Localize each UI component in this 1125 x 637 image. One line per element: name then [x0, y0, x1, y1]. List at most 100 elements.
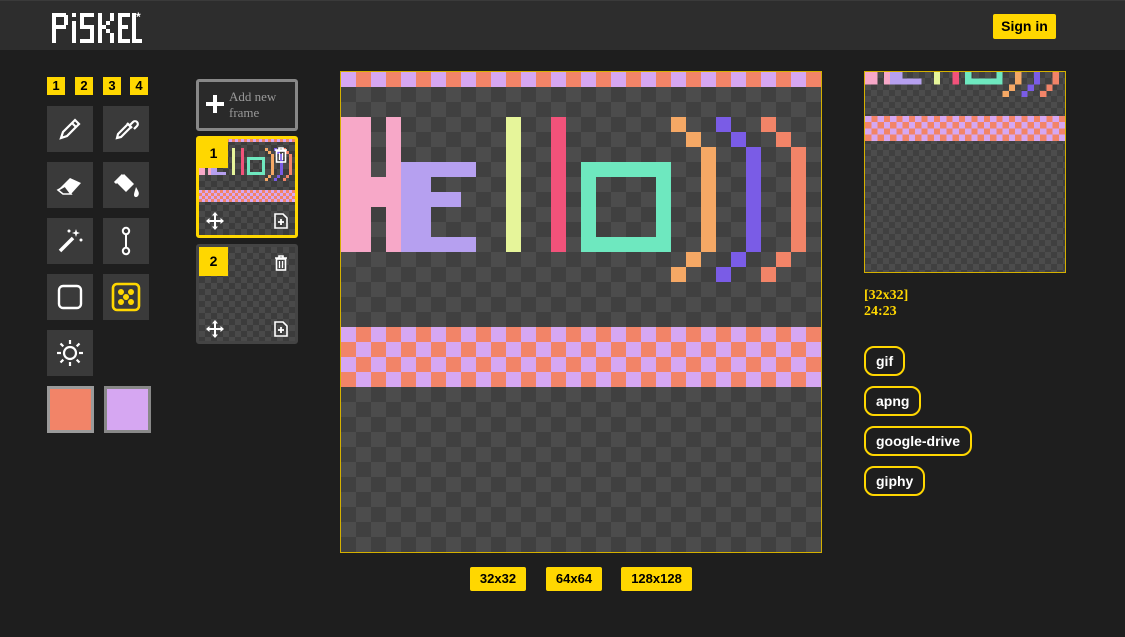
pixel	[865, 72, 872, 85]
stroke-tool[interactable]	[103, 218, 149, 264]
pixel	[461, 342, 476, 357]
pixel	[241, 193, 244, 196]
pixel	[902, 122, 909, 129]
frame-thumbnail-1[interactable]: 1	[196, 136, 298, 238]
animation-preview[interactable]	[864, 71, 1066, 273]
pixel	[238, 193, 241, 196]
canvas-artwork	[341, 72, 821, 387]
duplicate-icon	[274, 321, 288, 337]
pixel	[386, 117, 401, 252]
pixel	[865, 122, 872, 129]
pixel	[232, 196, 235, 199]
pen-icon	[59, 118, 81, 140]
pixel	[356, 372, 371, 387]
size-64-button[interactable]: 64x64	[546, 567, 602, 591]
pixel	[238, 196, 241, 199]
pixel	[1002, 128, 1009, 135]
pixel	[877, 115, 884, 122]
pixel	[491, 72, 506, 87]
export-giphy-button[interactable]: giphy	[864, 466, 926, 496]
pixel	[940, 128, 947, 135]
palette-tab-3[interactable]: 3	[103, 77, 121, 95]
pixel	[776, 327, 791, 342]
move-frame-handle[interactable]	[203, 317, 227, 341]
pixel	[1021, 90, 1028, 97]
magic-wand-tool[interactable]	[47, 218, 93, 264]
move-frame-handle[interactable]	[203, 209, 227, 233]
pixel	[1052, 128, 1059, 135]
pixel	[671, 117, 686, 132]
pixel	[915, 128, 922, 135]
pixel	[220, 193, 223, 196]
secondary-color-swatch[interactable]	[104, 386, 151, 433]
dither-tool[interactable]	[103, 274, 149, 320]
pixel	[1040, 115, 1047, 122]
size-128-button[interactable]: 128x128	[621, 567, 692, 591]
pixel	[551, 72, 566, 87]
pixel	[235, 199, 238, 202]
export-apng-button[interactable]: apng	[864, 386, 922, 416]
pen-tool[interactable]	[47, 106, 93, 152]
pixel	[202, 199, 205, 202]
pixel	[1052, 72, 1059, 85]
pixel	[214, 196, 217, 199]
size-32-button[interactable]: 32x32	[470, 567, 526, 591]
export-google-drive-button[interactable]: google-drive	[864, 426, 973, 456]
pixel	[977, 122, 984, 129]
pixel	[921, 134, 928, 141]
primary-color-swatch[interactable]	[47, 386, 94, 433]
pixel	[289, 199, 292, 202]
paint-bucket-tool[interactable]	[103, 162, 149, 208]
palette-tab-1[interactable]: 1	[47, 77, 65, 95]
pixel	[256, 190, 259, 193]
pixel	[250, 196, 253, 199]
pixel	[746, 72, 761, 87]
pixel	[921, 115, 928, 122]
pixel	[686, 72, 701, 87]
duplicate-frame-button[interactable]	[269, 317, 293, 341]
palette-tab-2[interactable]: 2	[75, 77, 93, 95]
export-gif-button[interactable]: gif	[864, 346, 906, 376]
pixel	[883, 72, 890, 85]
delete-frame-button[interactable]	[269, 251, 293, 275]
pixel	[256, 193, 259, 196]
pixel	[1052, 134, 1059, 141]
pixel	[268, 175, 271, 178]
piskel-logo[interactable]: *	[52, 9, 144, 45]
pixel	[259, 139, 262, 142]
sign-in-button[interactable]: Sign in	[993, 14, 1056, 39]
pixel	[371, 72, 386, 87]
pixel	[596, 327, 611, 342]
pixel	[283, 196, 286, 199]
pixel	[806, 327, 821, 342]
pixel	[761, 267, 776, 282]
pixel	[983, 115, 990, 122]
pixel	[990, 122, 997, 129]
pixel	[253, 199, 256, 202]
pixel	[265, 196, 268, 199]
pixel	[865, 128, 872, 135]
lighten-tool[interactable]	[47, 330, 93, 376]
drawing-canvas[interactable]	[340, 71, 822, 553]
pixel	[952, 128, 959, 135]
pixel	[990, 115, 997, 122]
pixel	[806, 357, 821, 372]
pixel	[217, 190, 220, 193]
pixel	[341, 357, 356, 372]
pixel	[229, 196, 232, 199]
lighten-icon	[57, 340, 83, 366]
pixel	[250, 193, 253, 196]
pixel	[977, 115, 984, 122]
eyedropper-tool[interactable]	[103, 106, 149, 152]
rectangle-tool[interactable]	[47, 274, 93, 320]
delete-frame-button[interactable]	[269, 143, 293, 167]
eraser-tool[interactable]	[47, 162, 93, 208]
pixel	[971, 115, 978, 122]
pixel	[952, 122, 959, 129]
duplicate-frame-button[interactable]	[269, 209, 293, 233]
add-frame-button[interactable]: Add new frame	[196, 79, 298, 131]
frame-thumbnail-2[interactable]: 2	[196, 244, 298, 344]
pixel	[277, 139, 280, 142]
pixel	[746, 372, 761, 387]
palette-tab-4[interactable]: 4	[130, 77, 148, 95]
